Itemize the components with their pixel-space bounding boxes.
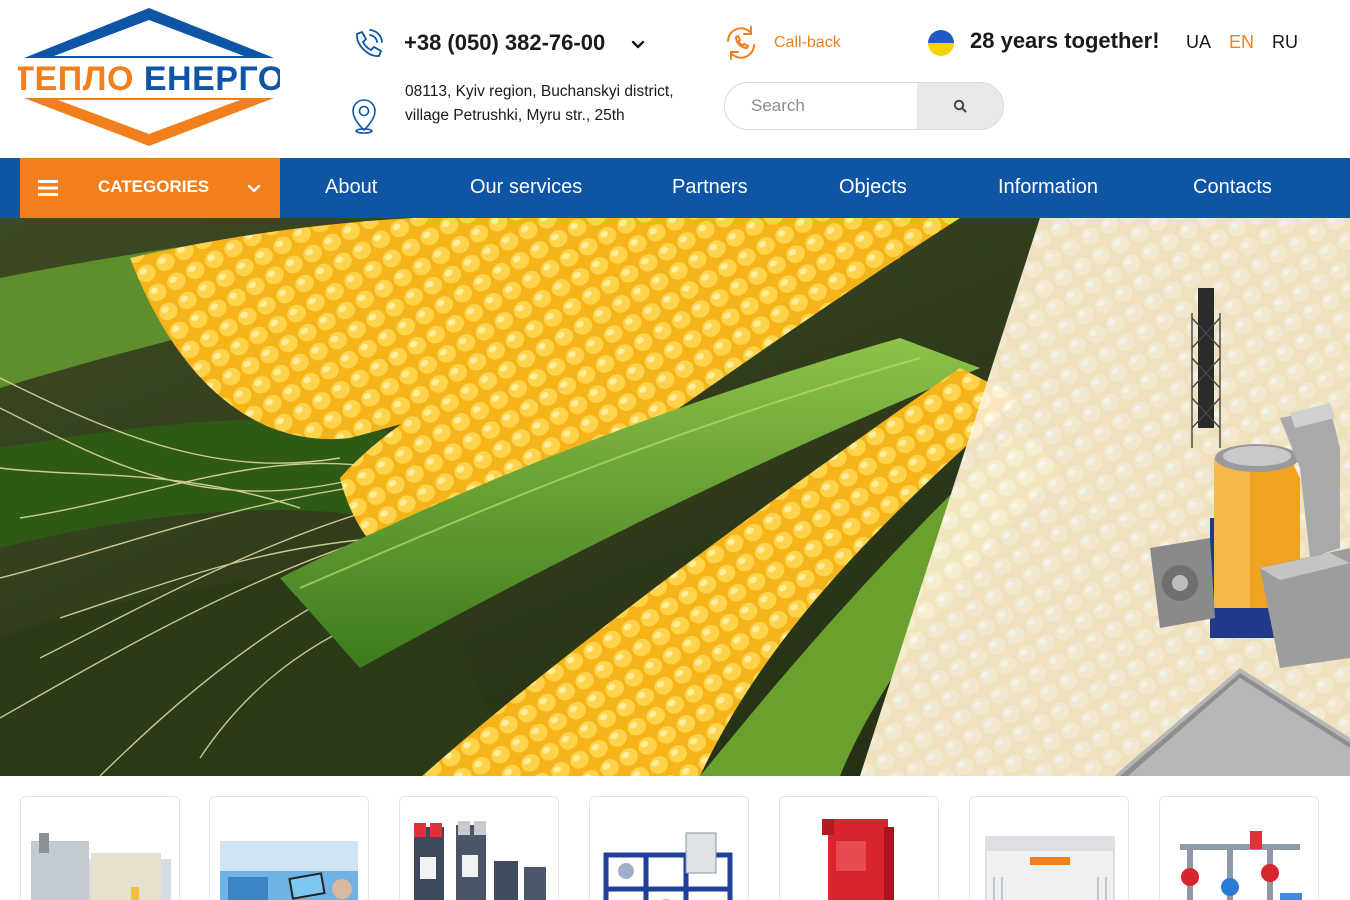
chevron-down-icon [244,178,264,198]
nav-item-objects[interactable]: Objects [839,176,907,199]
lang-en[interactable]: EN [1229,32,1254,53]
brand-logo[interactable]: ТЕПЛО ЕНЕРГО [18,6,280,148]
site-header: ТЕПЛО ЕНЕРГО +38 (050) 382-76-00 08113, … [0,0,1350,158]
product-image-generator [970,797,1128,900]
product-card[interactable] [969,796,1129,900]
callback-arrows-icon [722,24,760,62]
hero-banner[interactable] [0,218,1350,776]
categories-button[interactable]: CATEGORIES [20,158,280,218]
nav-menu: About Our services Partners Objects Info… [280,158,1350,218]
search-icon [953,99,967,113]
product-card[interactable] [589,796,749,900]
nav-item-partners[interactable]: Partners [672,176,748,199]
callback-button[interactable]: Call-back [722,24,841,62]
product-carousel [0,776,1350,900]
hero-image [0,218,1350,776]
location-pin-icon [350,98,378,134]
hamburger-menu-icon [38,179,58,197]
nav-item-contacts[interactable]: Contacts [1193,176,1272,199]
nav-item-about[interactable]: About [325,176,377,199]
svg-text:ТЕПЛО ЕНЕРГО: ТЕПЛО ЕНЕРГО [18,60,280,98]
nav-item-our-services[interactable]: Our services [470,176,582,199]
product-image-heat-station [590,797,748,900]
chevron-down-icon[interactable] [628,34,648,54]
search-button[interactable] [917,83,1003,129]
company-address: 08113, Kyiv region, Buchanskyi district,… [405,83,674,124]
callback-label: Call-back [774,34,841,51]
categories-label: CATEGORIES [98,177,210,196]
ukraine-flag-icon [928,30,954,56]
phone-number-link[interactable]: +38 (050) 382-76-00 [404,30,605,56]
product-image-boiler-house [21,797,179,900]
search-input[interactable] [725,83,921,129]
product-card[interactable] [779,796,939,900]
product-image-control-room [210,797,368,900]
product-card[interactable] [209,796,369,900]
lang-ua[interactable]: UA [1186,32,1211,53]
lang-ru[interactable]: RU [1272,32,1298,53]
product-card[interactable] [1159,796,1319,900]
language-switcher: UA EN RU [1186,32,1298,53]
product-image-red-boiler [780,797,938,900]
product-card[interactable] [20,796,180,900]
anniversary-text: 28 years together! [970,28,1160,53]
product-image-piping-unit [1160,797,1318,900]
search-form [724,82,1004,130]
nav-item-information[interactable]: Information [998,176,1098,199]
phone-icon [350,28,384,62]
product-image-plate-heat-exchangers [400,797,558,900]
main-navigation: CATEGORIES About Our services Partners O… [0,158,1350,218]
product-card[interactable] [399,796,559,900]
